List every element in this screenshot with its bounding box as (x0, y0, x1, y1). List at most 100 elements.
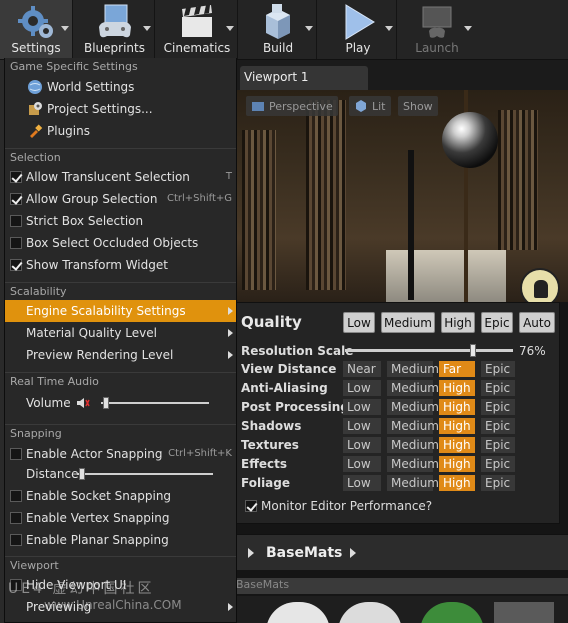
scalability-option[interactable]: Low (343, 437, 381, 453)
folder-label[interactable]: BaseMats (266, 545, 342, 561)
selection-option-checkbox[interactable] (10, 259, 22, 271)
chevron-down-icon[interactable] (385, 26, 393, 31)
show-toggle[interactable]: Show (398, 96, 438, 116)
chevron-right-icon[interactable] (248, 548, 254, 558)
scalability-option[interactable]: Epic (481, 437, 515, 453)
previewing-item[interactable]: Previewing (5, 596, 236, 618)
scalability-option[interactable]: High (439, 475, 475, 491)
selection-option-checkbox[interactable] (10, 193, 22, 205)
scalability-option[interactable]: Medium (387, 456, 439, 472)
scalability-option[interactable]: Epic (481, 361, 515, 377)
resolution-scale-thumb[interactable] (469, 344, 476, 357)
selection-option-item[interactable]: Show Transform Widget (5, 254, 236, 276)
hide-viewport-ui-item[interactable]: Hide Viewport UI (5, 574, 236, 596)
scalability-option[interactable]: Far (439, 361, 475, 377)
speaker-muted-icon[interactable] (76, 396, 90, 410)
snapping-option-item[interactable]: Enable Socket Snapping (5, 485, 236, 507)
snapping-option-checkbox[interactable] (10, 512, 22, 524)
scalability-option[interactable]: Epic (481, 475, 515, 491)
scalability-option[interactable]: Low (343, 399, 381, 415)
preset-auto-button[interactable]: Auto (519, 312, 555, 333)
preset-epic-button[interactable]: Epic (481, 312, 513, 333)
snapping-option-item[interactable]: Enable Planar Snapping (5, 529, 236, 551)
preset-low-button[interactable]: Low (343, 312, 375, 333)
material-quality-level-item[interactable]: Material Quality Level (5, 322, 236, 344)
build-button[interactable]: Build (240, 0, 316, 59)
lit-label: Lit (372, 99, 386, 113)
scalability-option[interactable]: Medium (387, 380, 439, 396)
scalability-option[interactable]: High (439, 437, 475, 453)
chevron-down-icon[interactable] (143, 26, 151, 31)
scalability-option[interactable]: Epic (481, 399, 515, 415)
chevron-down-icon[interactable] (305, 26, 313, 31)
asset-thumbnail[interactable] (338, 602, 402, 623)
plugins-item[interactable]: Plugins (5, 120, 236, 142)
breadcrumb-folder[interactable]: BaseMats (236, 578, 289, 591)
hide-viewport-ui-checkbox[interactable] (10, 579, 22, 591)
scalability-option[interactable]: Epic (481, 456, 515, 472)
chevron-down-icon[interactable] (226, 26, 234, 31)
scalability-option[interactable]: Epic (481, 380, 515, 396)
scalability-option[interactable]: Low (343, 456, 381, 472)
scalability-option[interactable]: Epic (481, 418, 515, 434)
monitor-performance-checkbox[interactable] (245, 500, 257, 512)
scalability-option[interactable]: Low (343, 418, 381, 434)
engine-scalability-settings-item[interactable]: Engine Scalability Settings (5, 300, 236, 322)
cinematics-label: Cinematics (163, 41, 231, 55)
chevron-right-icon[interactable] (350, 548, 356, 558)
play-button[interactable]: Play (320, 0, 396, 59)
section-header-game-specific: Game Specific Settings (10, 60, 138, 73)
preview-rendering-level-item[interactable]: Preview Rendering Level (5, 344, 236, 366)
selection-option-item[interactable]: Allow Group Selection Ctrl+Shift+G (5, 188, 236, 210)
asset-thumbnail[interactable] (494, 602, 554, 623)
volume-slider-thumb[interactable] (103, 397, 109, 409)
actor-snapping-checkbox[interactable] (10, 448, 22, 460)
selection-option-checkbox[interactable] (10, 171, 22, 183)
scalability-option[interactable]: Medium (387, 437, 439, 453)
bookshelf (498, 110, 538, 250)
volume-slider[interactable] (101, 397, 209, 409)
snapping-option-item[interactable]: Enable Vertex Snapping (5, 507, 236, 529)
actor-snapping-item[interactable]: Enable Actor Snapping Ctrl+Shift+K (5, 443, 236, 465)
perspective-toggle[interactable]: Perspective (246, 96, 338, 116)
preset-medium-button[interactable]: Medium (381, 312, 435, 333)
selection-option-item[interactable]: Allow Translucent Selection T (5, 166, 236, 188)
chevron-down-icon[interactable] (464, 26, 472, 31)
scalability-option[interactable]: High (439, 399, 475, 415)
preset-high-button[interactable]: High (441, 312, 475, 333)
snap-distance-slider[interactable] (77, 468, 213, 480)
scalability-option[interactable]: Near (343, 361, 381, 377)
world-settings-item[interactable]: World Settings (5, 76, 236, 98)
scalability-option[interactable]: Low (343, 475, 381, 491)
snap-distance-thumb[interactable] (79, 468, 85, 480)
viewport-tab[interactable]: Viewport 1 (240, 66, 368, 90)
scalability-option[interactable]: Medium (387, 361, 439, 377)
lit-toggle[interactable]: Lit (349, 96, 391, 116)
selection-option-item[interactable]: Box Select Occluded Objects (5, 232, 236, 254)
chevron-down-icon[interactable] (61, 26, 69, 31)
scalability-option[interactable]: High (439, 380, 475, 396)
asset-thumbnail[interactable] (266, 602, 330, 623)
cinematics-button[interactable]: Cinematics (157, 0, 237, 59)
scalability-option[interactable]: Medium (387, 475, 439, 491)
monitor-performance-row[interactable]: Monitor Editor Performance? (245, 499, 432, 513)
selection-option-checkbox[interactable] (10, 215, 22, 227)
scalability-option[interactable]: High (439, 418, 475, 434)
snapping-option-checkbox[interactable] (10, 534, 22, 546)
project-settings-item[interactable]: Project Settings... (5, 98, 236, 120)
asset-thumbnail[interactable] (420, 602, 484, 623)
snapping-option-checkbox[interactable] (10, 490, 22, 502)
scalability-option[interactable]: Low (343, 380, 381, 396)
selection-option-checkbox[interactable] (10, 237, 22, 249)
launch-button[interactable]: Launch (399, 0, 475, 59)
scalability-option[interactable]: Medium (387, 418, 439, 434)
settings-button[interactable]: Settings (0, 0, 72, 59)
scalability-option[interactable]: Medium (387, 399, 439, 415)
actor-snapping-shortcut: Ctrl+Shift+K (168, 448, 232, 459)
resolution-scale-slider[interactable] (345, 344, 513, 357)
blueprints-button[interactable]: Blueprints (75, 0, 154, 59)
scalability-option[interactable]: High (439, 456, 475, 472)
selection-option-item[interactable]: Strict Box Selection (5, 210, 236, 232)
selection-option-label: Allow Translucent Selection (26, 170, 190, 184)
viewport-scene[interactable] (236, 90, 568, 302)
